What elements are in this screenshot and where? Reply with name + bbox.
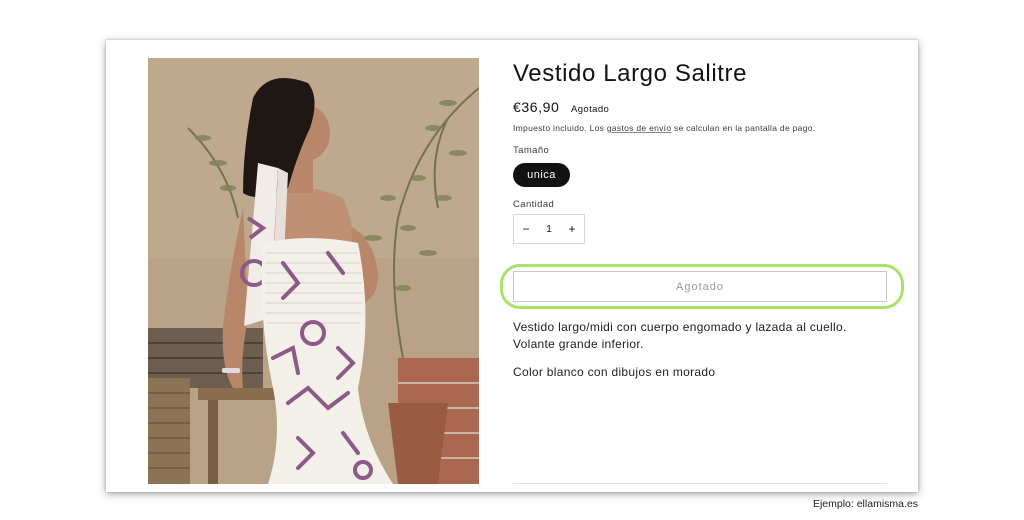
size-option-unica[interactable]: unica	[513, 163, 570, 187]
tax-note: Impuesto incluido. Los gastos de envío s…	[513, 123, 815, 133]
quantity-label: Cantidad	[513, 199, 555, 210]
add-to-cart-button[interactable]: Agotado	[513, 271, 887, 302]
size-label: Tamaño	[513, 145, 550, 156]
product-description: Vestido largo/midi con cuerpo engomado y…	[513, 319, 893, 353]
product-price: €36,90	[513, 99, 560, 115]
product-title: Vestido Largo Salitre	[513, 60, 748, 87]
divider	[513, 483, 887, 484]
description-line-1: Vestido largo/midi con cuerpo engomado y…	[513, 320, 847, 334]
example-caption: Ejemplo: ellamisma.es	[812, 498, 918, 510]
product-image[interactable]	[148, 58, 479, 484]
sold-out-badge: Agotado	[571, 104, 610, 115]
quantity-input[interactable]	[538, 215, 560, 243]
shipping-costs-link[interactable]: gastos de envío	[607, 123, 672, 133]
product-info: Vestido Largo Salitre €36,90 Agotado Imp…	[500, 40, 904, 492]
description-line-2: Volante grande inferior.	[513, 337, 644, 351]
tax-note-suffix: se calculan en la pantalla de pago.	[671, 123, 816, 133]
quantity-decrement-button[interactable]: −	[514, 215, 538, 243]
tax-note-prefix: Impuesto incluido. Los	[513, 123, 607, 133]
product-card: Vestido Largo Salitre €36,90 Agotado Imp…	[106, 40, 918, 492]
product-color-description: Color blanco con dibujos en morado	[513, 365, 716, 379]
quantity-stepper: − +	[513, 214, 585, 244]
quantity-increment-button[interactable]: +	[560, 215, 584, 243]
